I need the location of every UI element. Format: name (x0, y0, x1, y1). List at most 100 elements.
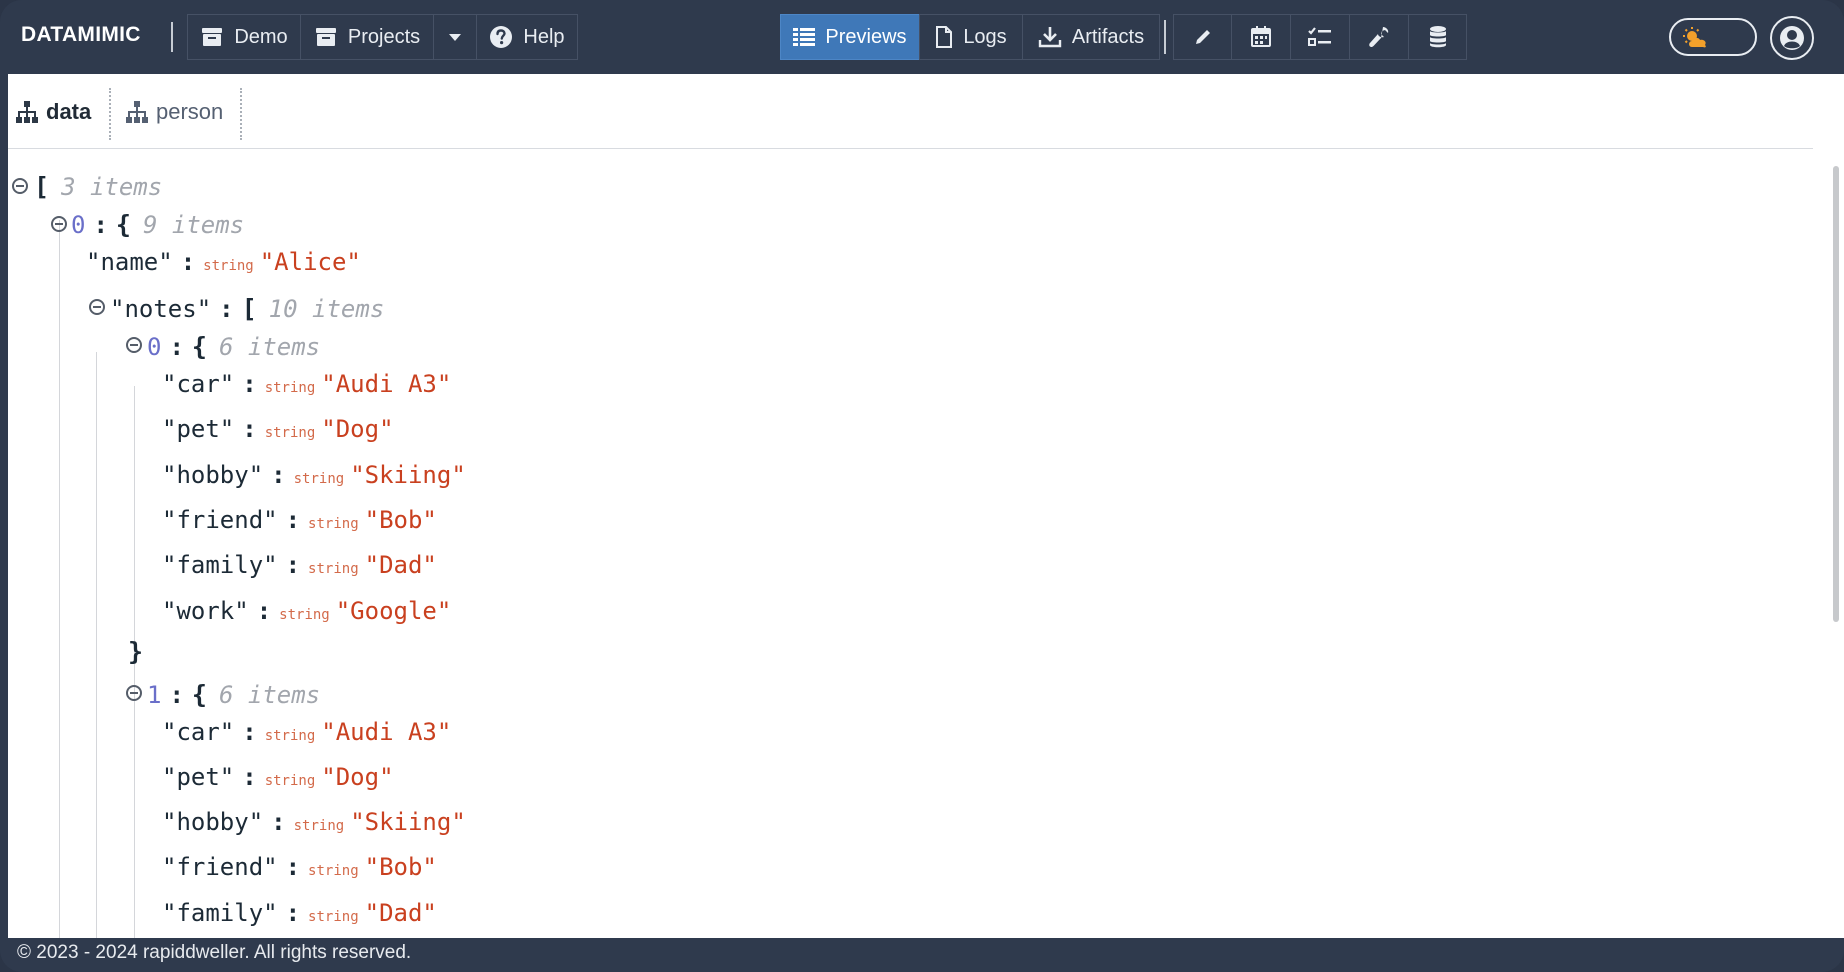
tree-field-row: "hobby": string "Skiing" (162, 461, 466, 489)
field-key: "friend" (162, 853, 278, 881)
copyright-text: © 2023 - 2024 rapiddweller. All rights r… (17, 942, 412, 963)
logs-button[interactable]: Logs (919, 14, 1023, 60)
field-key: "pet" (162, 763, 235, 791)
brand-logo[interactable]: DATAMIMIC (21, 23, 141, 47)
logs-label: Logs (963, 25, 1007, 48)
settings-button[interactable] (1349, 14, 1409, 60)
tree-item-row: 0 : { 9 items (71, 210, 245, 239)
tree-item-row: 1 : { 6 items (147, 680, 321, 709)
archive-icon (315, 28, 336, 46)
scheduler-button[interactable] (1231, 14, 1291, 60)
projects-label: Projects (347, 25, 421, 48)
field-value: "Dad" (364, 551, 437, 579)
preview-panel: data person [3 items 0: {9 items "nam… (8, 74, 1830, 938)
question-circle-icon (490, 26, 513, 48)
tree-field-row: "pet": string "Dog" (162, 415, 394, 443)
indent-guide (59, 220, 60, 938)
projects-button[interactable]: Projects (300, 14, 434, 60)
vertical-scrollbar[interactable] (1830, 74, 1844, 938)
field-key: "family" (162, 899, 278, 927)
editor-button[interactable] (1173, 14, 1232, 60)
checklist-icon (1308, 27, 1331, 46)
field-key: "friend" (162, 506, 278, 534)
help-button[interactable]: Help (476, 14, 578, 60)
indent-guide (96, 352, 97, 938)
user-menu-button[interactable] (1770, 16, 1814, 60)
scrollbar-thumb[interactable] (1833, 166, 1839, 622)
previews-button[interactable]: Previews (780, 14, 920, 60)
previews-label: Previews (825, 25, 907, 48)
field-type: string (293, 471, 345, 487)
theme-toggle[interactable] (1669, 18, 1757, 56)
field-key: "notes" (110, 295, 212, 323)
tree-field-row: "family": string "Dad" (162, 551, 437, 579)
field-type: string (308, 561, 359, 577)
list-icon (793, 28, 816, 46)
field-value: "Skiing" (350, 808, 466, 836)
item-count: 9 items (142, 211, 245, 239)
item-index: 0 (71, 211, 86, 239)
file-icon (936, 26, 953, 48)
artifacts-label: Artifacts (1071, 25, 1145, 48)
tree-field-row: "car": string "Audi A3" (162, 718, 452, 746)
caret-down-icon (449, 34, 461, 41)
field-value: "Alice" (259, 248, 361, 276)
field-type: string (308, 516, 359, 532)
tasks-button[interactable] (1290, 14, 1350, 60)
footer: © 2023 - 2024 rapiddweller. All rights r… (0, 938, 1844, 972)
app-window: DATAMIMIC Demo Projects Help Previews Lo… (0, 0, 1844, 972)
tree-root-row: [ 3 items (34, 172, 163, 201)
json-tree-viewer: [ 3 items 0 : { 9 items "name" : string … (8, 74, 1830, 938)
tree-field-row: "family": string "Dad" (162, 899, 437, 927)
item-index: 0 (147, 333, 162, 361)
field-key: "hobby" (162, 808, 264, 836)
calendar-icon (1251, 26, 1271, 47)
tree-field-row: "hobby": string "Skiing" (162, 808, 466, 836)
tree-item-row: 0 : { 6 items (147, 332, 321, 361)
field-value: "Bob" (364, 506, 437, 534)
tree-field-row: "work": string "Google" (162, 597, 452, 625)
help-label: Help (523, 25, 565, 48)
tree-field-row: "friend": string "Bob" (162, 853, 437, 881)
field-value: "Audi A3" (321, 370, 452, 398)
field-value: "Dad" (364, 899, 437, 927)
field-type: string (279, 607, 330, 623)
field-type: string (203, 258, 254, 274)
closing-brace-row: } (128, 637, 144, 666)
demo-button[interactable]: Demo (187, 14, 301, 60)
item-index: 1 (147, 681, 162, 709)
download-icon (1038, 27, 1062, 48)
tree-field-row: "pet": string "Dog" (162, 763, 394, 791)
field-type: string (264, 728, 316, 744)
field-type: string (308, 863, 359, 879)
navbar-divider (1164, 20, 1166, 54)
collapse-toggle[interactable] (51, 216, 67, 232)
item-count: 6 items (218, 681, 321, 709)
field-key: "hobby" (162, 461, 264, 489)
top-navbar: DATAMIMIC Demo Projects Help Previews Lo… (0, 0, 1844, 74)
collapse-toggle[interactable] (126, 685, 142, 701)
field-type: string (264, 425, 316, 441)
field-key: "name" (86, 248, 173, 276)
field-key: "car" (162, 370, 235, 398)
database-button[interactable] (1408, 14, 1467, 60)
field-value: "Google" (335, 597, 452, 625)
collapse-toggle[interactable] (89, 299, 105, 315)
pencil-icon (1195, 30, 1210, 44)
collapse-toggle[interactable] (12, 178, 28, 194)
field-type: string (264, 773, 316, 789)
demo-label: Demo (234, 25, 288, 48)
collapse-toggle[interactable] (126, 337, 142, 353)
database-icon (1429, 26, 1446, 48)
tree-field-row: "notes" : [ 10 items (110, 294, 385, 323)
field-value: "Skiing" (350, 461, 466, 489)
field-value: "Dog" (321, 763, 394, 791)
item-count: 6 items (218, 333, 321, 361)
tree-field-row: "name" : string "Alice" (86, 248, 361, 276)
field-key: "car" (162, 718, 235, 746)
artifacts-button[interactable]: Artifacts (1022, 14, 1160, 60)
projects-dropdown-toggle[interactable] (433, 14, 477, 60)
field-type: string (264, 380, 316, 396)
field-key: "work" (162, 597, 249, 625)
tree-field-row: "car": string "Audi A3" (162, 370, 452, 398)
